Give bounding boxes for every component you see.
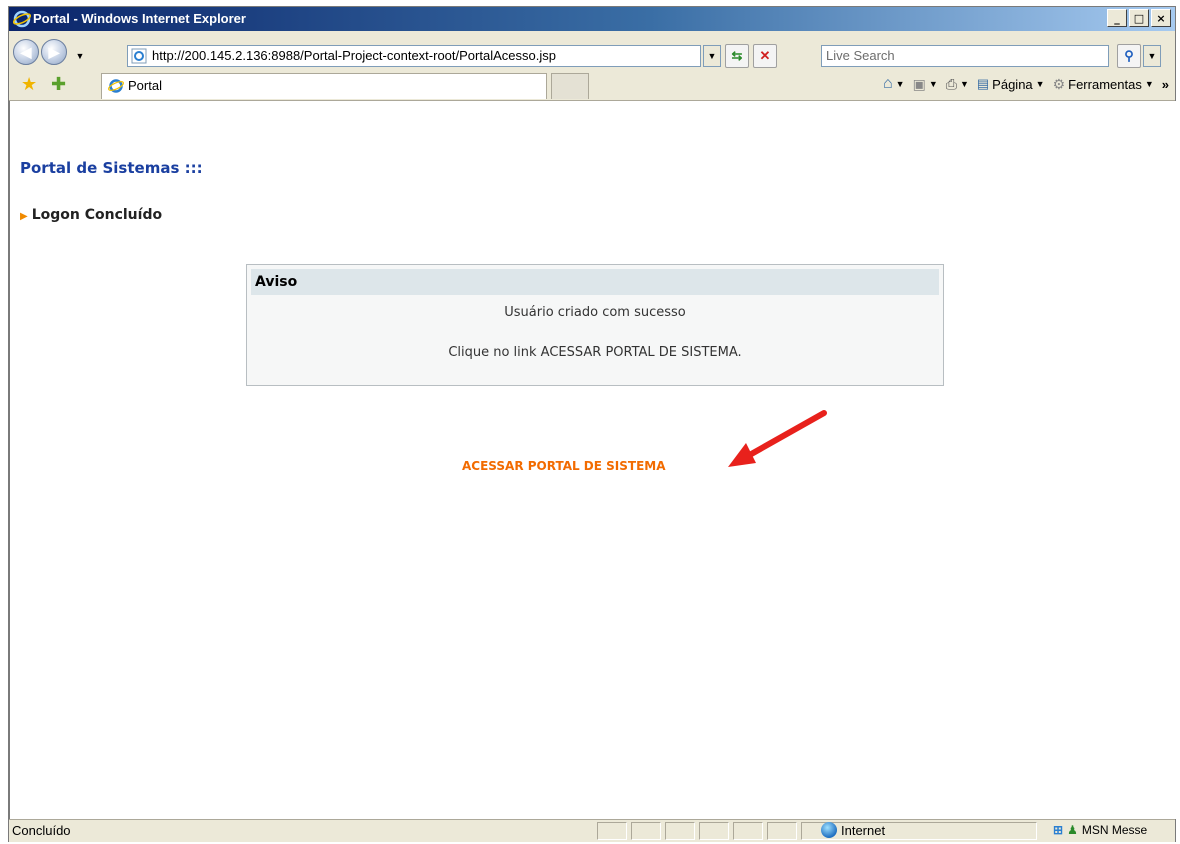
stop-icon: ✕ bbox=[759, 48, 771, 63]
search-options-button[interactable]: ▼ bbox=[1143, 45, 1161, 67]
tools-menu-button[interactable]: ⚙ Ferramentas ▼ bbox=[1053, 76, 1154, 93]
msn-messenger[interactable]: ⊞ ♟ MSN Messe bbox=[1053, 823, 1147, 837]
rss-feed-icon: ▣ bbox=[912, 75, 926, 92]
red-arrow-icon bbox=[728, 410, 827, 467]
feeds-button[interactable]: ▣ ▼ bbox=[913, 76, 938, 93]
forward-button[interactable]: ▶ bbox=[41, 39, 67, 65]
page-menu-button[interactable]: ▤ Página ▼ bbox=[977, 76, 1045, 92]
status-bar: Concluído Internet ⊞ ♟ MSN Messe bbox=[9, 819, 1175, 842]
status-cell bbox=[665, 822, 695, 840]
status-cell bbox=[631, 822, 661, 840]
print-button[interactable]: ⎙ ▼ bbox=[946, 76, 969, 93]
notice-title: Aviso bbox=[251, 269, 939, 295]
refresh-icon: ⇆ bbox=[731, 48, 743, 63]
expand-icon: ⊞ bbox=[1053, 823, 1064, 837]
page-content: Portal de Sistemas ::: ▶ Logon Concluído … bbox=[9, 101, 1176, 819]
chevron-down-icon: ▼ bbox=[959, 79, 969, 89]
forward-arrow-icon: ▶ bbox=[48, 43, 60, 60]
favorites-star-icon[interactable]: ★ bbox=[21, 74, 37, 95]
title-bar: Portal - Windows Internet Explorer _ □ × bbox=[9, 7, 1175, 31]
tools-menu-label: Ferramentas bbox=[1068, 76, 1142, 92]
browser-window: Portal - Windows Internet Explorer _ □ ×… bbox=[8, 6, 1176, 842]
back-arrow-icon: ◀ bbox=[20, 43, 32, 60]
chevron-down-icon: ▼ bbox=[895, 79, 905, 89]
printer-icon: ⎙ bbox=[945, 75, 957, 92]
home-icon: ⌂ bbox=[883, 75, 893, 92]
page-title: Portal de Sistemas ::: bbox=[20, 159, 203, 177]
search-icon: ⚲ bbox=[1124, 48, 1134, 63]
status-cell bbox=[597, 822, 627, 840]
url-text: http://200.145.2.136:8988/Portal-Project… bbox=[152, 48, 556, 63]
new-tab-button[interactable] bbox=[551, 73, 589, 99]
tab-label: Portal bbox=[128, 78, 162, 93]
search-input[interactable]: Live Search bbox=[821, 45, 1109, 67]
refresh-button[interactable]: ⇆ bbox=[725, 44, 749, 68]
status-cell bbox=[699, 822, 729, 840]
msn-buddy-icon: ♟ bbox=[1067, 823, 1078, 837]
notice-message: Usuário criado com sucesso bbox=[504, 305, 686, 320]
notice-box: Aviso Usuário criado com sucesso Clique … bbox=[246, 264, 944, 386]
close-window-button[interactable]: × bbox=[1151, 9, 1171, 27]
ie-page-icon bbox=[108, 79, 124, 93]
gear-icon: ⚙ bbox=[1052, 75, 1066, 92]
globe-icon bbox=[821, 822, 837, 838]
home-button[interactable]: ⌂ ▼ bbox=[883, 75, 905, 93]
chevron-down-icon: ▼ bbox=[1035, 79, 1045, 89]
chevron-down-icon: ▼ bbox=[1144, 79, 1154, 89]
add-favorites-icon[interactable]: ✚ bbox=[51, 74, 66, 95]
ie-logo-icon bbox=[13, 10, 31, 28]
chevron-down-icon: ▼ bbox=[75, 51, 85, 61]
window-title: Portal - Windows Internet Explorer bbox=[33, 11, 246, 26]
status-text: Concluído bbox=[12, 823, 71, 838]
chevron-down-icon: ▼ bbox=[1147, 51, 1157, 61]
zone-label: Internet bbox=[841, 822, 886, 838]
access-portal-link[interactable]: ACESSAR PORTAL DE SISTEMA bbox=[462, 459, 666, 473]
section-heading-text: Logon Concluído bbox=[31, 207, 163, 223]
more-commands-icon[interactable]: » bbox=[1162, 77, 1169, 92]
bullet-arrow-icon: ▶ bbox=[20, 211, 28, 222]
address-bar[interactable]: http://200.145.2.136:8988/Portal-Project… bbox=[127, 45, 701, 67]
history-dropdown[interactable]: ▼ bbox=[71, 45, 89, 67]
status-cell bbox=[767, 822, 797, 840]
security-zone: Internet bbox=[821, 822, 885, 838]
stop-button[interactable]: ✕ bbox=[753, 44, 777, 68]
page-icon: ▤ bbox=[976, 76, 990, 91]
page-menu-label: Página bbox=[992, 76, 1033, 92]
status-cell bbox=[733, 822, 763, 840]
minimize-button[interactable]: _ bbox=[1107, 9, 1127, 27]
address-dropdown-button[interactable]: ▼ bbox=[703, 45, 721, 67]
msn-label: MSN Messe bbox=[1081, 823, 1148, 837]
command-bar: ⌂ ▼ ▣ ▼ ⎙ ▼ ▤ Página ▼ ⚙ Ferramentas ▼ » bbox=[883, 75, 1169, 93]
address-toolbar: ◀ ▶ ▼ http://200.145.2.136:8988/Portal-P… bbox=[9, 32, 1175, 70]
back-button[interactable]: ◀ bbox=[13, 39, 39, 65]
chevron-down-icon: ▼ bbox=[707, 51, 717, 61]
chevron-down-icon: ▼ bbox=[928, 79, 938, 89]
notice-instruction: Clique no link ACESSAR PORTAL DE SISTEMA… bbox=[448, 345, 742, 360]
search-button[interactable]: ⚲ bbox=[1117, 44, 1141, 68]
section-heading: ▶ Logon Concluído bbox=[20, 207, 162, 223]
maximize-button[interactable]: □ bbox=[1129, 9, 1149, 27]
tab-portal[interactable]: Portal bbox=[101, 73, 547, 99]
tab-row: ★ ✚ Portal ⌂ ▼ ▣ ▼ ⎙ ▼ ▤ Página ▼ ⚙ Ferr… bbox=[9, 70, 1175, 101]
page-ie-icon bbox=[131, 48, 147, 64]
